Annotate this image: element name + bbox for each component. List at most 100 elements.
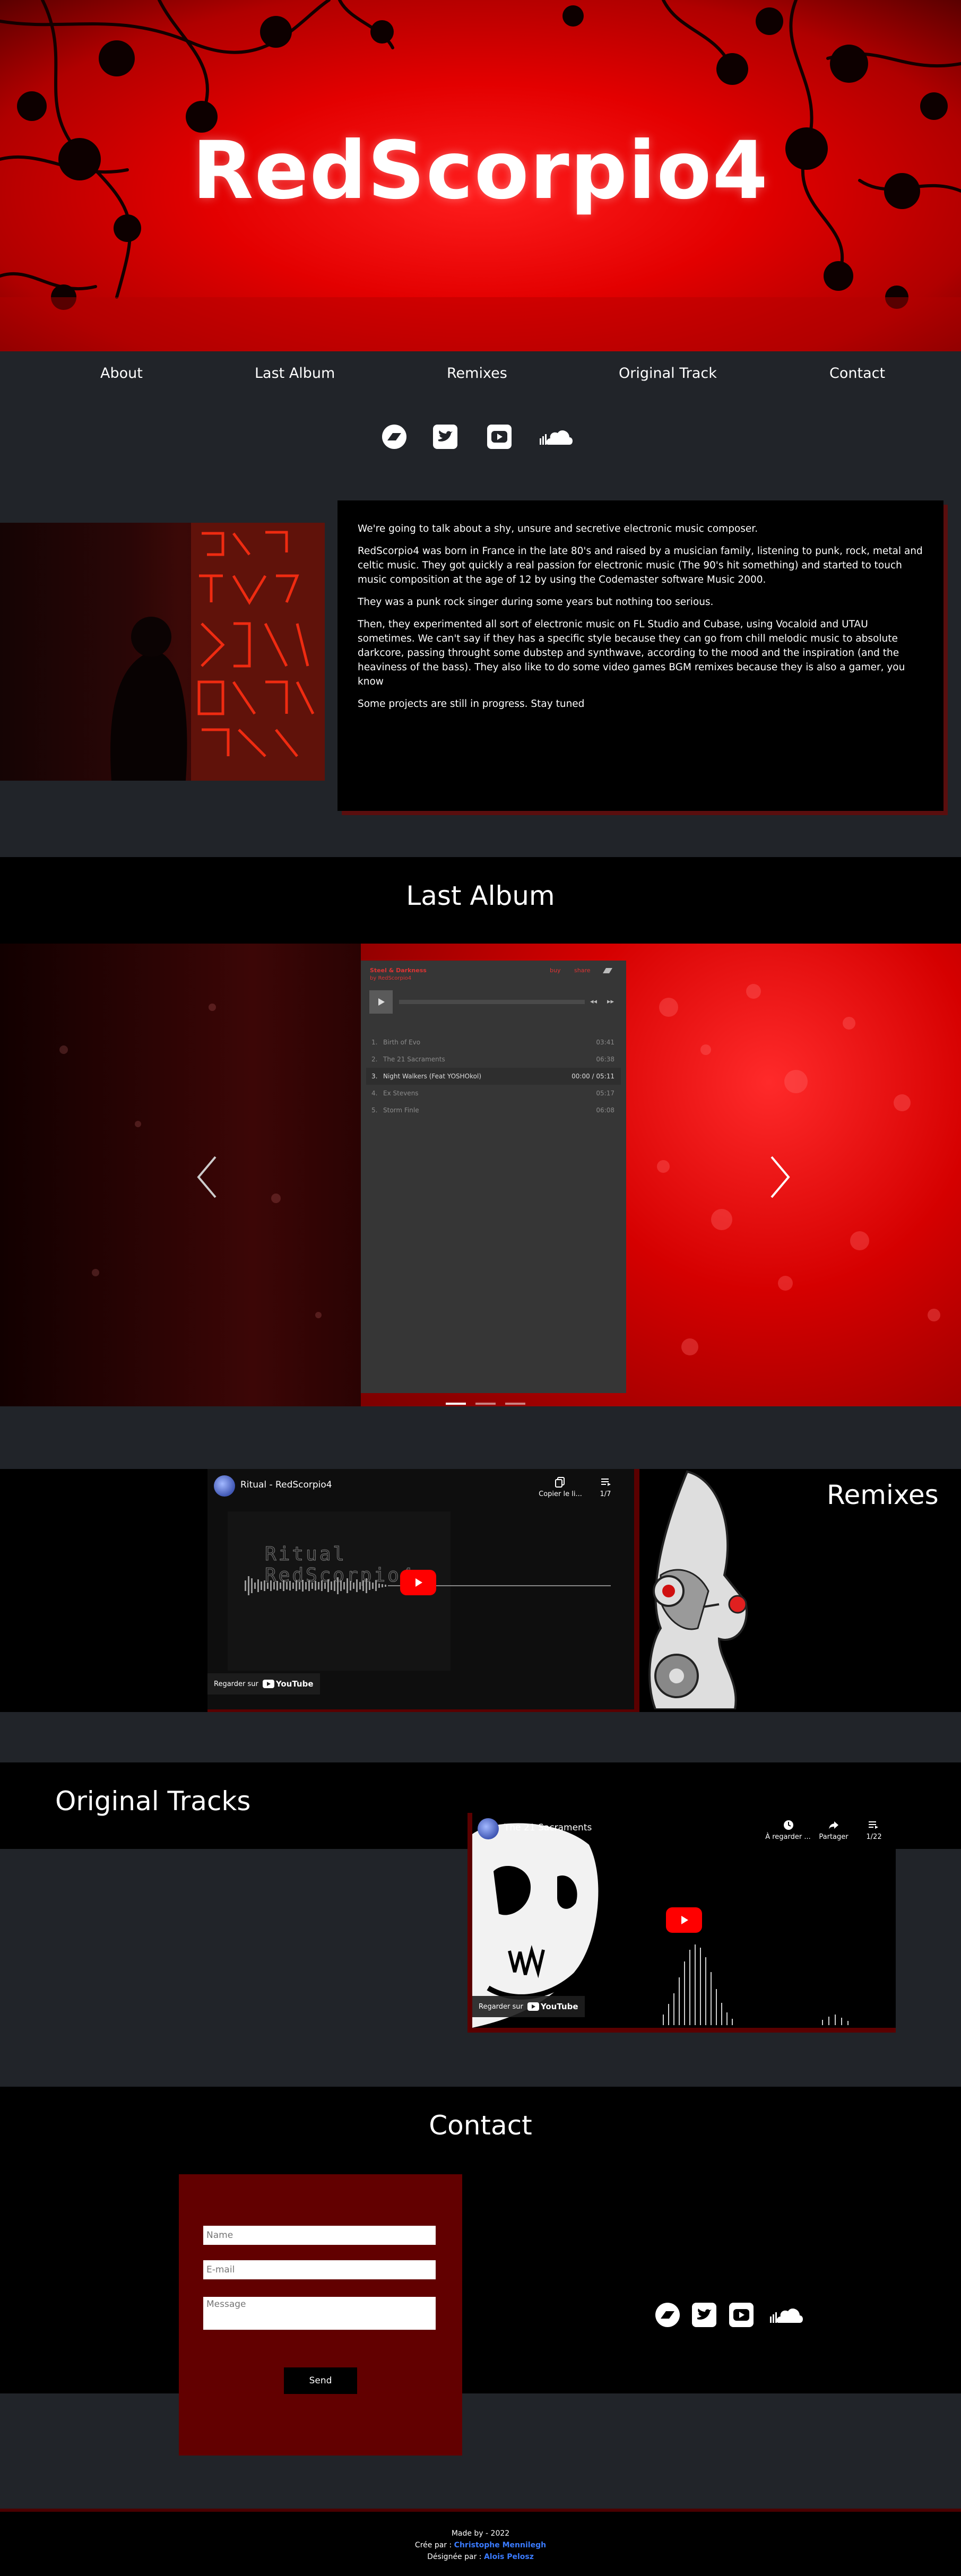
- name-field[interactable]: [203, 2226, 436, 2245]
- youtube-icon[interactable]: [725, 2299, 757, 2331]
- track-row[interactable]: 5. Storm Finle 06:08: [366, 1102, 621, 1119]
- playlist-icon[interactable]: [868, 1819, 879, 1831]
- original-video-embed[interactable]: The 21 Sacraments À regarder ... Partage…: [472, 1813, 896, 2028]
- track-number: 3.: [371, 1073, 378, 1080]
- nav-link-remixes[interactable]: Remixes: [447, 365, 507, 382]
- bandcamp-logo-icon[interactable]: [603, 967, 618, 974]
- remixes-title: Remixes: [827, 1480, 939, 1510]
- player-progress-bar[interactable]: [399, 1000, 585, 1004]
- watch-on-label: Regarder sur: [214, 1680, 258, 1688]
- watch-on-youtube-button[interactable]: Regarder sur YouTube: [472, 1996, 585, 2017]
- soundcloud-icon[interactable]: [538, 421, 575, 453]
- youtube-wordmark: YouTube: [540, 2002, 578, 2011]
- creator-link[interactable]: Christophe Mennilegh: [454, 2541, 546, 2549]
- track-number: 1.: [371, 1039, 378, 1046]
- twitter-icon[interactable]: [688, 2299, 720, 2331]
- playlist-icon[interactable]: [600, 1476, 612, 1488]
- about-paragraph: Then, they experimented all sort of elec…: [358, 619, 905, 687]
- album-artist[interactable]: by RedScorpio4: [370, 975, 411, 981]
- bandcamp-icon[interactable]: [378, 421, 410, 453]
- track-name: Night Walkers (Feat YOSHOkol): [383, 1073, 482, 1080]
- designer-link[interactable]: Alois Pelosz: [484, 2553, 534, 2561]
- about-paragraph: We're going to talk about a shy, unsure …: [358, 523, 758, 534]
- twitter-icon[interactable]: [429, 421, 461, 453]
- video-play-button[interactable]: [666, 1907, 702, 1933]
- nav-link-last-album[interactable]: Last Album: [255, 365, 335, 382]
- playlist-count: 1/7: [600, 1490, 611, 1498]
- track-row[interactable]: 4. Ex Stevens 05:17: [366, 1085, 621, 1102]
- track-number: 5.: [371, 1107, 378, 1114]
- last-album-header: Last Album: [0, 857, 961, 944]
- track-row[interactable]: 1. Birth of Evo 03:41: [366, 1034, 621, 1051]
- footer-made-by: Made by - 2022: [451, 2529, 510, 2538]
- player-play-button[interactable]: [369, 990, 393, 1014]
- watch-on-label: Regarder sur: [479, 2002, 523, 2011]
- nav-link-contact[interactable]: Contact: [829, 365, 885, 382]
- neon-sign-image: [110, 523, 325, 781]
- audio-spectrum-image: [663, 1944, 849, 2025]
- youtube-icon[interactable]: [483, 421, 515, 453]
- message-field[interactable]: [203, 2297, 436, 2330]
- nav-links: About Last Album Remixes Original Track …: [0, 365, 961, 397]
- carousel-indicators[interactable]: [446, 1401, 531, 1406]
- youtube-logo-icon: YouTube: [527, 2002, 578, 2011]
- contact-form: Send: [179, 2174, 462, 2456]
- video-title[interactable]: Ritual - RedScorpio4: [240, 1480, 332, 1490]
- carousel-prev-button[interactable]: [191, 1151, 223, 1204]
- track-name: Storm Finle: [383, 1107, 419, 1114]
- remix-character-image: [639, 1469, 760, 1710]
- nav-link-original-track[interactable]: Original Track: [619, 365, 717, 382]
- next-track-icon[interactable]: ▸▸: [607, 998, 614, 1006]
- track-duration: 06:38: [596, 1056, 614, 1063]
- track-name: The 21 Sacraments: [383, 1056, 445, 1063]
- track-duration: 05:17: [596, 1090, 614, 1097]
- channel-avatar[interactable]: [214, 1475, 235, 1497]
- channel-avatar[interactable]: [478, 1818, 499, 1839]
- track-row[interactable]: 2. The 21 Sacraments 06:38: [366, 1051, 621, 1068]
- share-link[interactable]: share: [574, 967, 591, 974]
- watch-on-youtube-button[interactable]: Regarder sur YouTube: [207, 1673, 320, 1695]
- video-title[interactable]: The 21 Sacraments: [504, 1822, 592, 1833]
- watch-later-label[interactable]: À regarder ...: [761, 1833, 815, 1841]
- track-number: 4.: [371, 1090, 378, 1097]
- track-row-active[interactable]: 3. Night Walkers (Feat YOSHOkol) 00:00 /…: [366, 1068, 621, 1085]
- album-name[interactable]: Steel & Darkness: [370, 967, 427, 974]
- send-button[interactable]: Send: [284, 2367, 357, 2394]
- video-play-button[interactable]: [400, 1570, 436, 1595]
- soundcloud-icon[interactable]: [765, 2299, 808, 2331]
- spacer-band: [0, 1406, 961, 1469]
- last-album-title: Last Album: [406, 880, 555, 911]
- hero-banner: RedScorpio4: [0, 0, 961, 351]
- created-by-label: Crée par :: [414, 2541, 452, 2549]
- footer: Made by - 2022 Crée par : Christophe Men…: [0, 2509, 961, 2576]
- track-duration: 06:08: [596, 1107, 614, 1114]
- share-icon[interactable]: [828, 1819, 839, 1831]
- original-tracks-title: Original Tracks: [55, 1786, 251, 1817]
- about-paragraph: They was a punk rock singer during some …: [358, 597, 714, 608]
- bandcamp-player: Steel & Darkness by RedScorpio4 buy shar…: [361, 961, 626, 1393]
- nav-link-about[interactable]: About: [100, 365, 143, 382]
- email-field[interactable]: [203, 2260, 436, 2279]
- footer-created-by: Crée par : Christophe Mennilegh: [0, 2539, 961, 2551]
- share-label[interactable]: Partager: [815, 1833, 852, 1841]
- copy-link-label[interactable]: Copier le li...: [536, 1490, 584, 1498]
- remixes-section: Remixes Ritual RedScorpio4 Ritual - RedS…: [0, 1469, 961, 1714]
- spacer-band: [0, 1712, 961, 1762]
- about-paragraph: Some projects are still in progress. Sta…: [358, 698, 585, 710]
- buy-link[interactable]: buy: [550, 967, 560, 974]
- contact-title: Contact: [429, 2110, 532, 2141]
- contact-section: Contact: [0, 2087, 961, 2393]
- carousel-next-button[interactable]: [764, 1151, 796, 1204]
- youtube-logo-icon: YouTube: [262, 1679, 314, 1689]
- bandcamp-icon[interactable]: [652, 2299, 683, 2331]
- youtube-wordmark: YouTube: [275, 1679, 314, 1689]
- watch-later-icon[interactable]: [783, 1819, 794, 1831]
- remix-video-embed[interactable]: Ritual RedScorpio4 Ritual - RedScorpio4 …: [207, 1469, 634, 1709]
- designed-by-label: Désignée par :: [427, 2553, 482, 2561]
- previous-track-icon[interactable]: ◂◂: [590, 998, 597, 1006]
- main-navigation: About Last Album Remixes Original Track …: [0, 351, 961, 513]
- video-art-title: Ritual: [264, 1543, 347, 1566]
- copy-link-icon[interactable]: [555, 1476, 566, 1488]
- track-duration: 00:00 / 05:11: [572, 1073, 614, 1080]
- video-border-shadow: [634, 1469, 639, 1714]
